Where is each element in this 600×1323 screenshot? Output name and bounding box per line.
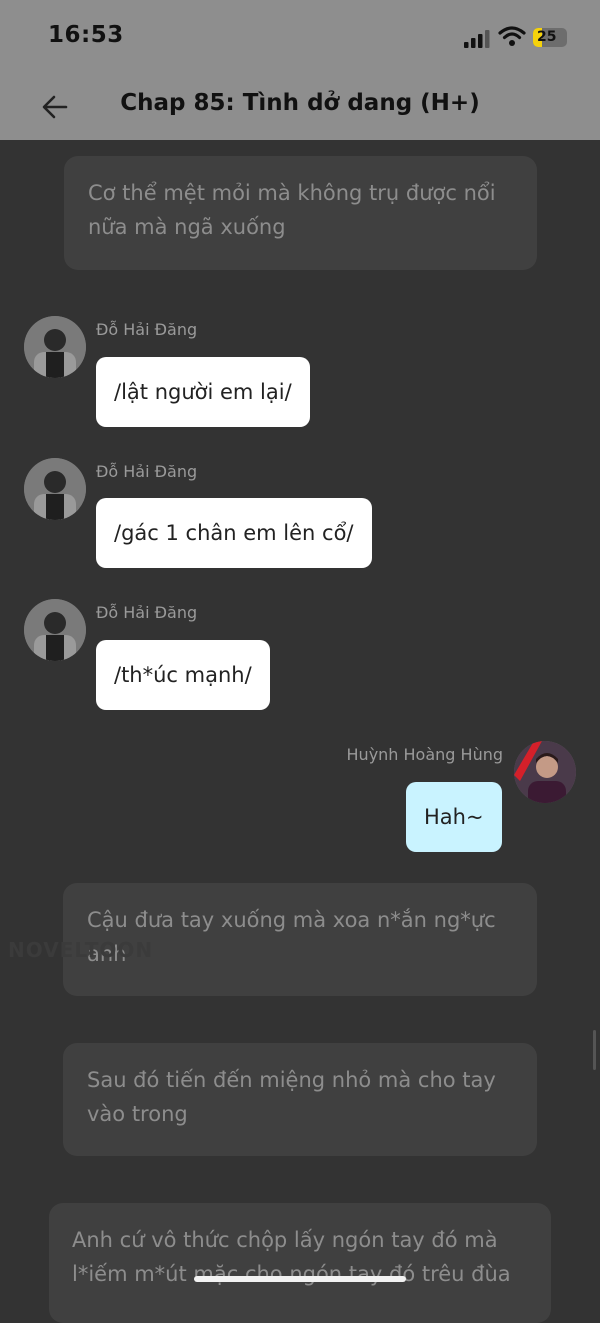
cellular-signal-icon [464, 30, 490, 48]
narration-text: Cơ thể mệt mỏi mà không trụ được nổi nữa… [88, 181, 496, 239]
home-indicator[interactable] [194, 1276, 406, 1282]
avatar-photo-icon [24, 316, 86, 378]
page-title: Chap 85: Tình dở dang (H+) [120, 90, 480, 116]
avatar-photo-icon [24, 599, 86, 661]
avatar-photo-icon [24, 458, 86, 520]
message-bubble: /lật người em lại/ [96, 357, 310, 427]
top-bar: 16:53 25 Chap 85: Tình dở dang (H+) [0, 0, 600, 140]
scrollbar[interactable] [593, 1030, 596, 1070]
narration-box: Cơ thể mệt mỏi mà không trụ được nổi nữa… [64, 156, 537, 270]
status-time: 16:53 [48, 22, 124, 48]
sender-name: Đỗ Hải Đăng [96, 320, 198, 339]
battery-level: 25 [537, 29, 557, 45]
narration-box: Sau đó tiến đến miệng nhỏ mà cho tay vào… [63, 1043, 537, 1156]
narration-text: Sau đó tiến đến miệng nhỏ mà cho tay vào… [87, 1068, 496, 1126]
avatar[interactable] [24, 458, 86, 520]
sender-name: Huỳnh Hoàng Hùng [346, 745, 503, 764]
narration-box: Anh cứ vô thức chộp lấy ngón tay đó mà l… [49, 1203, 551, 1323]
avatar[interactable] [24, 316, 86, 378]
watermark: NOVELTOON [8, 938, 154, 962]
avatar-photo-icon [514, 741, 576, 803]
wifi-icon [498, 26, 526, 46]
message-bubble: /gác 1 chân em lên cổ/ [96, 498, 372, 568]
sender-name: Đỗ Hải Đăng [96, 462, 198, 481]
sender-name: Đỗ Hải Đăng [96, 603, 198, 622]
avatar[interactable] [514, 741, 576, 803]
avatar[interactable] [24, 599, 86, 661]
message-bubble: Hah~ [406, 782, 502, 852]
battery-indicator: 25 [533, 28, 567, 47]
message-bubble: /th*úc mạnh/ [96, 640, 270, 710]
